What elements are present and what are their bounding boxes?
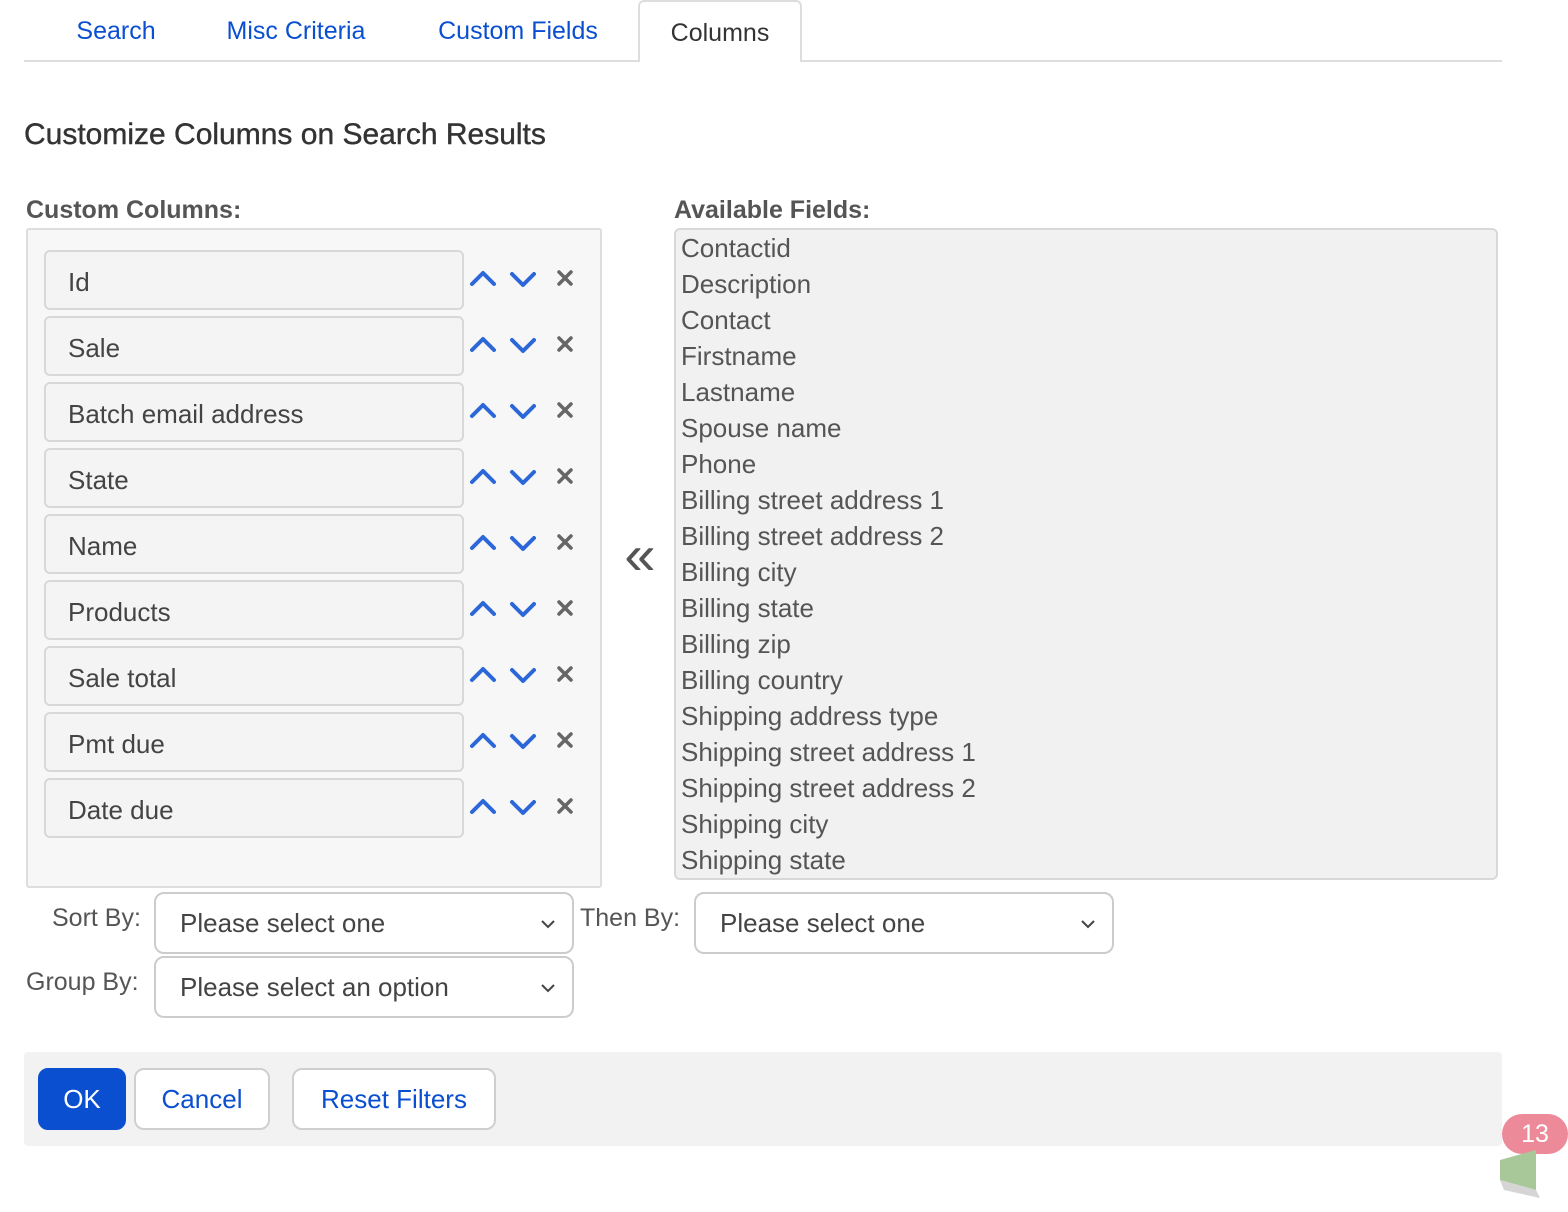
move-down-icon[interactable] <box>508 792 538 822</box>
move-up-icon[interactable] <box>468 660 498 690</box>
group-by-label: Group By: <box>26 968 139 996</box>
move-down-icon[interactable] <box>508 726 538 756</box>
custom-column-field[interactable]: Sale total <box>44 646 464 706</box>
group-by-value: Please select an option <box>180 972 449 1002</box>
chevron-down-icon <box>541 984 555 993</box>
custom-column-field[interactable]: Pmt due <box>44 712 464 772</box>
available-fields-label: Available Fields: <box>674 196 871 224</box>
then-by-label: Then By: <box>580 904 681 932</box>
remove-icon[interactable] <box>550 792 580 822</box>
custom-columns-panel: Id Sale Batch email address State Name Produc… <box>26 228 602 888</box>
available-field-option[interactable]: Billing street address 2 <box>676 518 976 554</box>
move-up-icon[interactable] <box>468 396 498 426</box>
reset-filters-button[interactable]: Reset Filters <box>292 1068 496 1130</box>
ok-button[interactable]: OK <box>38 1068 126 1130</box>
notification-badge[interactable]: 13 <box>1502 1114 1568 1154</box>
remove-icon[interactable] <box>550 264 580 294</box>
chevron-down-icon <box>1081 920 1095 929</box>
custom-column-field[interactable]: Date due <box>44 778 464 838</box>
page-title: Customize Columns on Search Results <box>24 118 546 151</box>
move-down-icon[interactable] <box>508 264 538 294</box>
custom-column-field[interactable]: Id <box>44 250 464 310</box>
custom-columns-label: Custom Columns: <box>26 196 242 224</box>
move-down-icon[interactable] <box>508 594 538 624</box>
available-field-option[interactable]: Billing zip <box>676 626 976 662</box>
remove-icon[interactable] <box>550 660 580 690</box>
available-field-option[interactable]: Spouse name <box>676 410 976 446</box>
available-fields-items: Contactid Description Contact Firstname Last… <box>676 230 976 878</box>
remove-icon[interactable] <box>550 726 580 756</box>
tab-misc-criteria[interactable]: Misc Criteria <box>222 0 370 62</box>
move-up-icon[interactable] <box>468 726 498 756</box>
custom-column-field[interactable]: Name <box>44 514 464 574</box>
sort-by-value: Please select one <box>180 908 386 938</box>
move-down-icon[interactable] <box>508 396 538 426</box>
move-down-icon[interactable] <box>508 528 538 558</box>
available-field-option[interactable]: Billing state <box>676 590 976 626</box>
move-down-icon[interactable] <box>508 330 538 360</box>
available-field-option[interactable]: Lastname <box>676 374 976 410</box>
chevron-down-icon <box>541 920 555 929</box>
then-by-value: Please select one <box>720 908 926 938</box>
available-field-option[interactable]: Description <box>676 266 976 302</box>
group-by-select[interactable]: Please select an option <box>154 956 574 1018</box>
remove-icon[interactable] <box>550 396 580 426</box>
available-field-option[interactable]: Contactid <box>676 230 976 266</box>
available-field-option[interactable]: Phone <box>676 446 976 482</box>
move-down-icon[interactable] <box>508 462 538 492</box>
available-fields-list[interactable]: Contactid Description Contact Firstname Last… <box>674 228 1498 880</box>
move-down-icon[interactable] <box>508 660 538 690</box>
move-up-icon[interactable] <box>468 462 498 492</box>
tab-search[interactable]: Search <box>68 0 164 62</box>
available-field-option[interactable]: Shipping street address 2 <box>676 770 976 806</box>
move-up-icon[interactable] <box>468 264 498 294</box>
then-by-select[interactable]: Please select one <box>694 892 1114 954</box>
cancel-button[interactable]: Cancel <box>134 1068 270 1130</box>
remove-icon[interactable] <box>550 330 580 360</box>
tab-bar: Search Misc Criteria Custom Fields Colum… <box>24 0 1502 64</box>
available-field-option[interactable]: Billing country <box>676 662 976 698</box>
available-field-option[interactable]: Firstname <box>676 338 976 374</box>
remove-icon[interactable] <box>550 528 580 558</box>
available-field-option[interactable]: Contact <box>676 302 976 338</box>
custom-column-field[interactable]: State <box>44 448 464 508</box>
remove-icon[interactable] <box>550 462 580 492</box>
move-up-icon[interactable] <box>468 792 498 822</box>
available-field-option[interactable]: Shipping street address 1 <box>676 734 976 770</box>
remove-icon[interactable] <box>550 594 580 624</box>
action-bar: OK Cancel Reset Filters <box>24 1052 1502 1146</box>
custom-column-field[interactable]: Products <box>44 580 464 640</box>
available-field-option[interactable]: Billing city <box>676 554 976 590</box>
move-up-icon[interactable] <box>468 330 498 360</box>
custom-column-field[interactable]: Batch email address <box>44 382 464 442</box>
add-column-button[interactable]: « <box>620 527 660 583</box>
tab-columns[interactable]: Columns <box>638 0 802 64</box>
move-up-icon[interactable] <box>468 528 498 558</box>
flag-icon <box>1500 1150 1540 1198</box>
sort-by-label: Sort By: <box>52 904 141 932</box>
tab-custom-fields[interactable]: Custom Fields <box>434 0 602 62</box>
sort-by-select[interactable]: Please select one <box>154 892 574 954</box>
custom-column-field[interactable]: Sale <box>44 316 464 376</box>
available-field-option[interactable]: Shipping state <box>676 842 976 878</box>
available-field-option[interactable]: Shipping city <box>676 806 976 842</box>
available-field-option[interactable]: Billing street address 1 <box>676 482 976 518</box>
move-up-icon[interactable] <box>468 594 498 624</box>
available-field-option[interactable]: Shipping address type <box>676 698 976 734</box>
